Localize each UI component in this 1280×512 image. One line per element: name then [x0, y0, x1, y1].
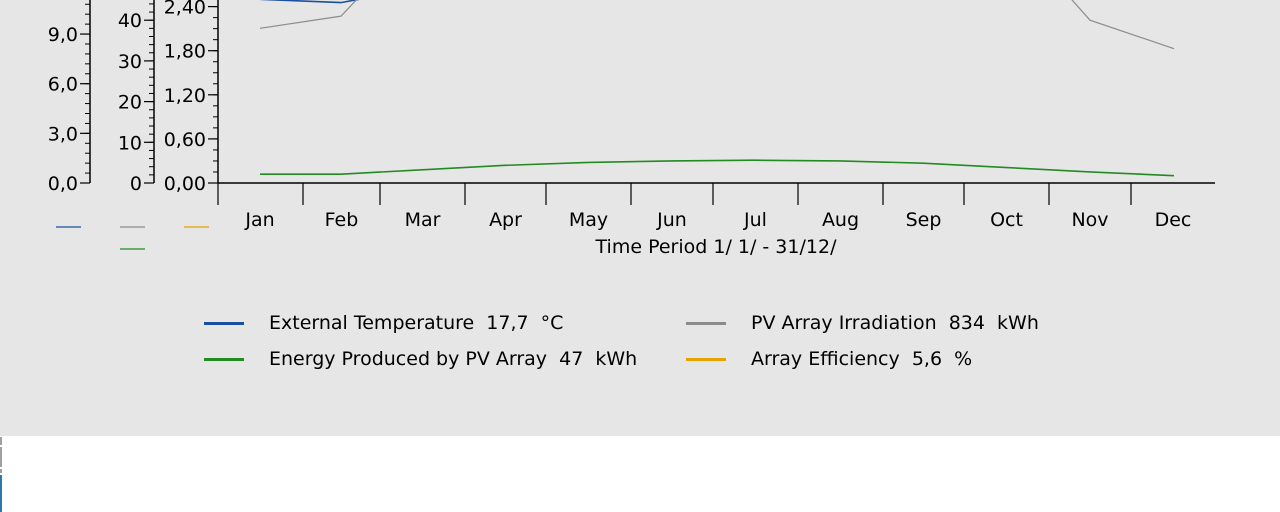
legend-swatch	[204, 357, 244, 361]
legend-swatch	[686, 321, 726, 325]
y-tick-label: 0,0	[48, 173, 78, 195]
legend-item-array-efficiency[interactable]: Array Efficiency 5,6 %	[686, 348, 1086, 370]
x-tick-label: Sep	[906, 209, 942, 231]
legend: External Temperature 17,7 °C PV Array Ir…	[204, 312, 1084, 370]
legend-swatch	[686, 357, 726, 361]
y-tick-label: 0	[130, 173, 142, 195]
series-line-energy-produced-by-pv-array	[260, 159, 1175, 177]
legend-label: Array Efficiency 5,6 %	[751, 348, 973, 370]
x-tick-label: Feb	[325, 209, 359, 231]
x-tick-label: Mar	[405, 209, 441, 231]
y-tick-label: 30	[118, 51, 142, 73]
y-tick-label: 40	[118, 10, 142, 32]
x-tick-label: Dec	[1155, 209, 1192, 231]
y-axis-irradiation: 0 10 20 30 40	[118, 0, 155, 195]
chart-panel: 0,0 3,0 6,0 9,0 0 10 20 30 40 0,00 0,60 1,20 1,80 2,4…	[0, 0, 1280, 436]
x-tick-label: Nov	[1071, 209, 1108, 231]
axes: 0,0 3,0 6,0 9,0 0 10 20 30 40 0,00 0,60 1,20 1,80 2,4…	[48, 0, 219, 195]
series-line-external-temperature	[259, 0, 360, 4]
x-axis: Jan Feb Mar Apr May Jun Jul Aug Sep Oct Nov Dec	[217, 182, 1215, 231]
y-tick-label: 9,0	[48, 24, 78, 46]
x-tick-label: Jun	[656, 209, 687, 231]
y-tick-label: 6,0	[48, 74, 78, 96]
y-tick-label: 1,20	[164, 85, 206, 107]
y-tick-label: 1,80	[164, 41, 206, 63]
y-tick-label: 2,40	[164, 0, 206, 19]
legend-item-external-temperature[interactable]: External Temperature 17,7 °C	[204, 312, 686, 334]
series-line-pv-array-irradiation	[259, 0, 1175, 50]
y-tick-label: 3,0	[48, 123, 78, 145]
y-tick-label: 0,00	[164, 173, 206, 195]
x-tick-label: Apr	[489, 209, 522, 231]
x-tick-label: Jan	[244, 209, 274, 231]
y-tick-label: 0,60	[164, 129, 206, 151]
x-tick-label: May	[569, 209, 608, 231]
x-axis-label: Time Period 1/ 1/ - 31/12/	[595, 236, 838, 258]
axis-legend-swatches	[56, 226, 209, 250]
legend-label: PV Array Irradiation 834 kWh	[751, 312, 1039, 334]
series-lines	[259, 0, 1175, 177]
x-tick-label: Aug	[822, 209, 859, 231]
legend-swatch	[204, 321, 244, 325]
x-tick-label: Oct	[990, 209, 1023, 231]
y-axis-temp: 0,0 3,0 6,0 9,0	[48, 0, 91, 195]
y-tick-label: 20	[118, 92, 142, 114]
chart: 0,0 3,0 6,0 9,0 0 10 20 30 40 0,00 0,60 1,20 1,80 2,4…	[48, 0, 1215, 258]
legend-label: Energy Produced by PV Array 47 kWh	[269, 348, 638, 370]
y-axis-energy: 0,00 0,60 1,20 1,80 2,40	[164, 0, 219, 195]
y-tick-label: 10	[118, 132, 142, 154]
legend-label: External Temperature 17,7 °C	[269, 312, 564, 334]
x-tick-label: Jul	[743, 209, 767, 231]
legend-item-pv-array-irradiation[interactable]: PV Array Irradiation 834 kWh	[686, 312, 1086, 334]
legend-item-energy-produced[interactable]: Energy Produced by PV Array 47 kWh	[204, 348, 686, 370]
window-edge-strip	[0, 437, 3, 512]
